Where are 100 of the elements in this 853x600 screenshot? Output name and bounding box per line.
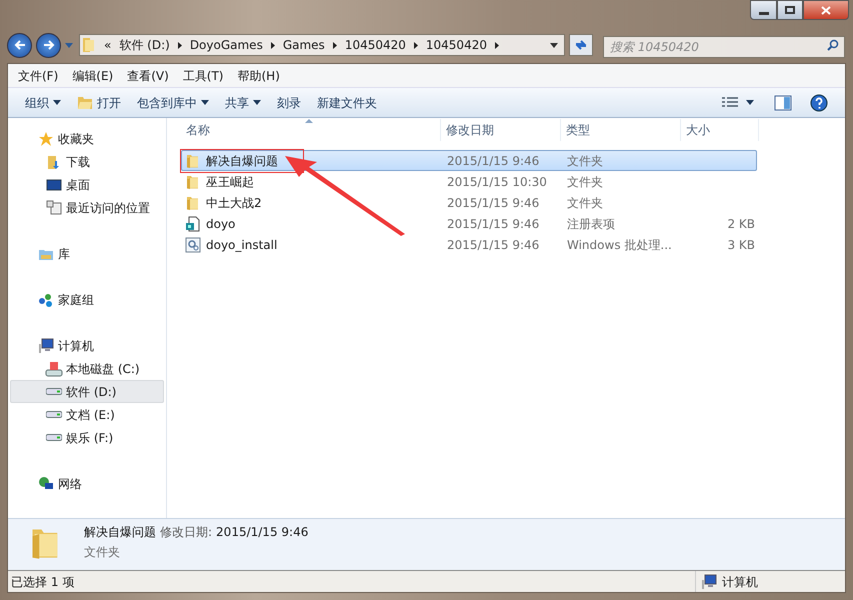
refresh-icon: [574, 39, 588, 52]
view-options-button[interactable]: [722, 96, 754, 108]
size-cell-text: 3 KB: [726, 236, 755, 254]
file-row[interactable]: 中土大战2 2015/1/15 9:46 文件夹: [181, 192, 757, 213]
chevron-icon: [414, 42, 418, 49]
chevron-icon: [332, 42, 337, 49]
computer-icon: [37, 338, 55, 354]
forward-arrow-icon: [42, 40, 54, 50]
back-arrow-icon: [14, 40, 26, 50]
type-cell-text: 文件夹: [566, 194, 604, 212]
details-name: 解决自爆问题: [84, 524, 156, 541]
toolbar-button[interactable]: 共享: [217, 90, 269, 114]
type-cell-text: 文件夹: [566, 152, 604, 170]
folder-icon: [82, 37, 96, 54]
maximize-button[interactable]: [777, 0, 803, 20]
type-cell-text: 文件夹: [566, 174, 604, 190]
registry-file-icon: [185, 216, 201, 232]
nav-item[interactable]: 最近访问的位置: [10, 196, 164, 219]
toolbar-button[interactable]: 刻录: [269, 90, 309, 114]
drive-icon: [46, 388, 62, 395]
file-row[interactable]: 解决自爆问题 2015/1/15 9:46 文件夹: [181, 150, 757, 171]
network-icon: [37, 476, 55, 492]
breadcrumb[interactable]: «: [104, 36, 112, 54]
system-drive-icon: [45, 360, 63, 376]
nav-item[interactable]: 家庭组: [10, 288, 164, 311]
chevron-icon: [270, 42, 275, 49]
close-icon: [821, 6, 831, 14]
history-caret-icon: [65, 42, 73, 48]
toolbar-button[interactable]: 组织: [17, 90, 69, 114]
status-selection: 已选择 1 项: [10, 574, 76, 590]
close-button[interactable]: [803, 0, 849, 20]
breadcrumb[interactable]: 10450420: [344, 36, 406, 54]
nav-item[interactable]: 文档 (E:): [10, 403, 164, 426]
forward-button[interactable]: [36, 32, 61, 58]
caret-icon: [201, 100, 209, 105]
gear-file-icon: [185, 236, 201, 252]
column-header[interactable]: 类型: [561, 119, 681, 141]
file-row[interactable]: 巫王崛起 2015/1/15 10:30 文件夹: [181, 171, 757, 192]
nav-item[interactable]: 娱乐 (F:): [10, 426, 164, 449]
menu-item[interactable]: 编辑(E): [65, 66, 120, 84]
nav-item[interactable]: 收藏夹: [10, 127, 164, 150]
refresh-button[interactable]: [569, 34, 593, 56]
folder-icon: [185, 174, 201, 190]
file-name: doyo_install: [206, 236, 278, 254]
minimize-button[interactable]: [750, 0, 777, 20]
toolbar-button[interactable]: 新建文件夹: [309, 90, 385, 114]
folder-icon: [185, 194, 201, 210]
dropdown-caret-icon: [550, 42, 558, 48]
help-icon[interactable]: [810, 94, 828, 112]
recent-places-icon: [45, 200, 63, 216]
caret-icon: [746, 100, 754, 105]
file-name: doyo: [206, 216, 236, 232]
nav-item[interactable]: 软件 (D:): [10, 380, 164, 403]
details-date-label: 修改日期:: [160, 524, 212, 541]
computer-icon: [700, 574, 718, 590]
date-cell-text: 2015/1/15 10:30: [446, 174, 548, 190]
address-bar[interactable]: « 软件 (D:) DoyoGames Games 10450420 10450420: [79, 34, 565, 56]
list-view-icon: [722, 96, 738, 108]
toolbar-button[interactable]: 打开: [69, 90, 129, 114]
nav-item[interactable]: 下载: [10, 150, 164, 173]
nav-item[interactable]: 计算机: [10, 334, 164, 357]
column-header[interactable]: 修改日期: [441, 119, 561, 141]
details-type: 文件夹: [84, 544, 121, 561]
preview-pane-icon[interactable]: [774, 94, 792, 110]
search-field[interactable]: 搜索 10450420: [603, 36, 845, 58]
caret-icon: [53, 100, 61, 105]
size-cell-text: 2 KB: [726, 216, 755, 232]
file-row[interactable]: doyo_install 2015/1/15 9:46 Windows 批处理... 3 KB: [181, 234, 757, 255]
column-header[interactable]: 大小: [681, 119, 759, 141]
nav-item[interactable]: 桌面: [10, 173, 164, 196]
chevron-icon: [178, 42, 182, 49]
toolbar-button[interactable]: 包含到库中: [129, 90, 217, 114]
menu-item[interactable]: 文件(F): [11, 66, 66, 84]
date-cell-text: 2015/1/15 9:46: [446, 152, 540, 170]
drive-icon: [46, 434, 62, 441]
homegroup-icon: [37, 292, 55, 308]
nav-item[interactable]: 本地磁盘 (C:): [10, 357, 164, 380]
file-name: 解决自爆问题: [206, 152, 278, 170]
file-row[interactable]: doyo 2015/1/15 9:46 注册表项 2 KB: [181, 213, 757, 234]
menu-item[interactable]: 查看(V): [120, 66, 176, 84]
folder-icon: [185, 152, 201, 168]
nav-item[interactable]: 库: [10, 242, 164, 265]
menu-item[interactable]: 工具(T): [176, 66, 230, 84]
breadcrumb[interactable]: Games: [282, 36, 325, 54]
file-name: 中土大战2: [206, 194, 262, 212]
star-icon: [37, 130, 55, 146]
date-cell-text: 2015/1/15 9:46: [446, 194, 540, 212]
date-cell-text: 2015/1/15 9:46: [446, 216, 540, 232]
breadcrumb[interactable]: DoyoGames: [190, 36, 263, 54]
back-button[interactable]: [7, 32, 32, 58]
desktop-icon: [45, 176, 63, 192]
nav-item[interactable]: 网络: [10, 472, 164, 495]
menu-item[interactable]: 帮助(H): [230, 66, 287, 84]
caret-icon: [253, 100, 261, 105]
file-name: 巫王崛起: [206, 174, 254, 190]
type-cell-text: 注册表项: [566, 216, 616, 232]
breadcrumb[interactable]: 10450420: [426, 36, 487, 54]
breadcrumb[interactable]: 软件 (D:): [119, 36, 170, 54]
folder-icon: [77, 96, 93, 110]
date-cell-text: 2015/1/15 9:46: [446, 236, 540, 254]
